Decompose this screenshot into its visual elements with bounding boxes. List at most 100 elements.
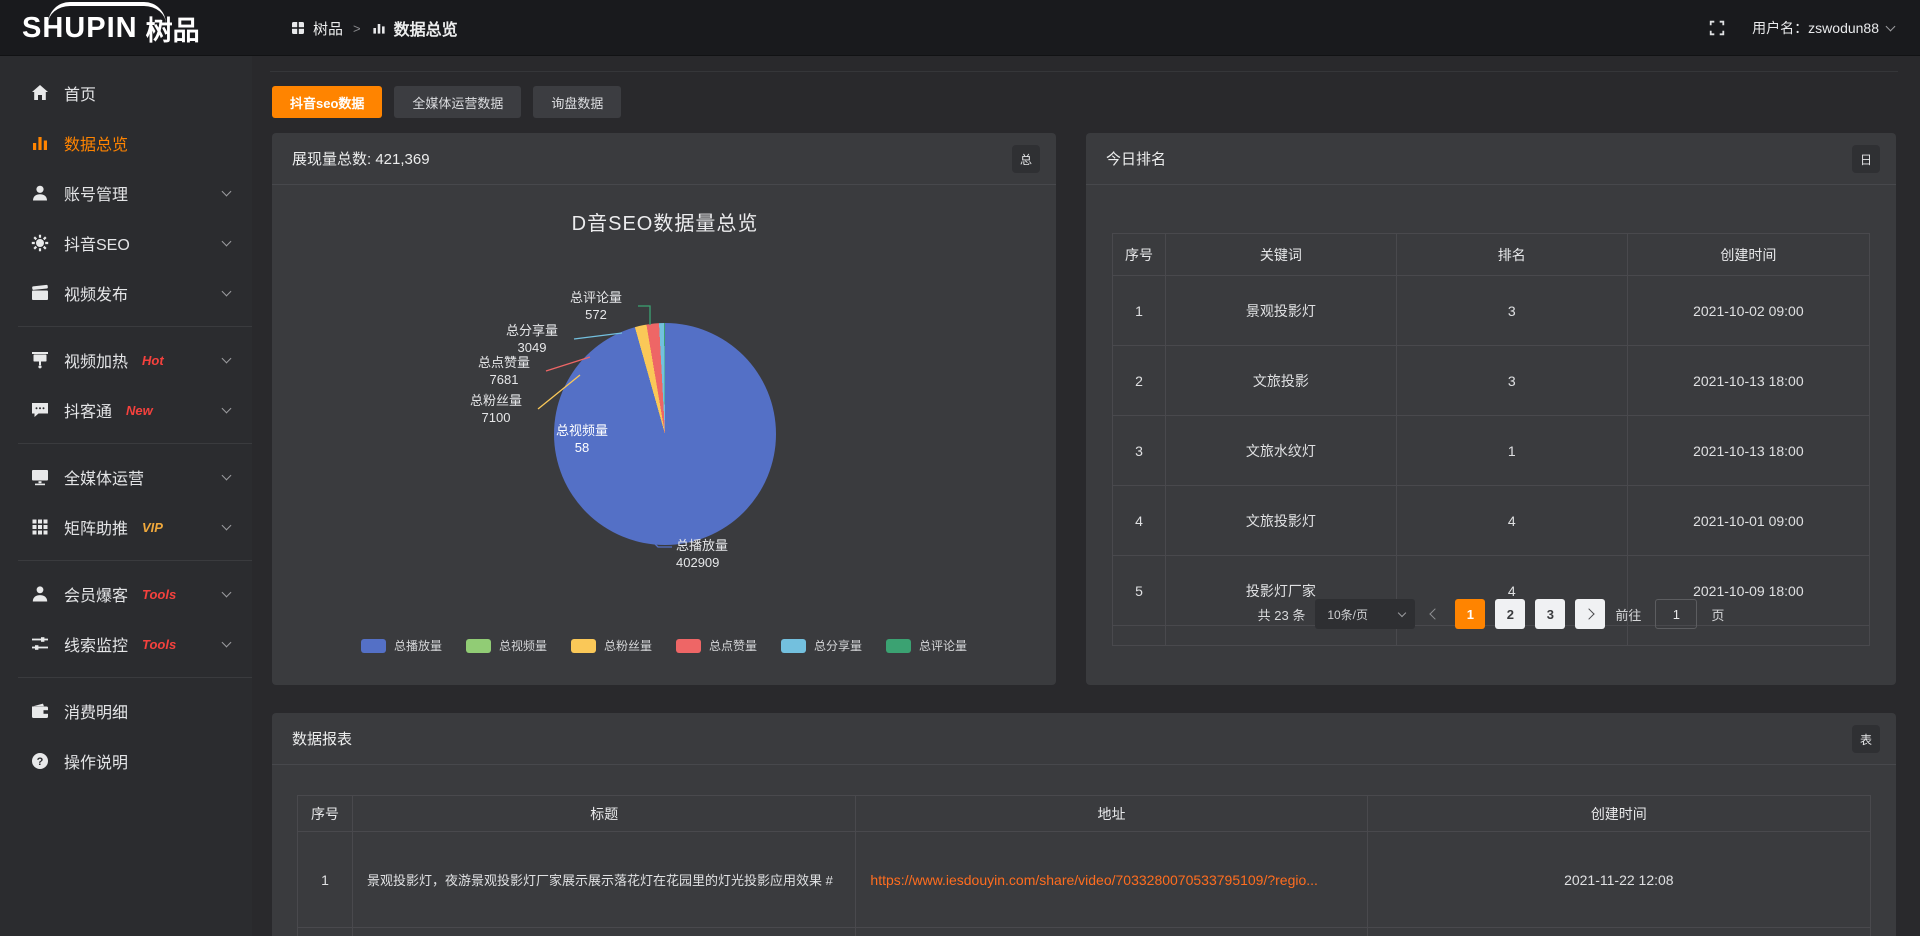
ranking-title: 今日排名 (1106, 148, 1166, 169)
pie-label-comments: 总评论量 572 (558, 289, 634, 323)
overview-panel-header: 展现量总数: 421,369 总 (272, 133, 1056, 185)
chevron-down-icon (222, 471, 232, 481)
sidebar-item-label: 视频加热 (64, 348, 128, 372)
chevron-right-icon (1584, 608, 1595, 619)
pie-label-name: 总点赞量 (466, 354, 542, 371)
pie-label-name: 总粉丝量 (458, 392, 534, 409)
legend-item-comments[interactable]: 总评论量 (886, 637, 967, 654)
legend-label: 总点赞量 (709, 637, 757, 654)
tab-media-operation-data[interactable]: 全媒体运营数据 (394, 86, 521, 118)
topbar-right: 用户名：zswodun88 (1708, 0, 1894, 56)
total-toggle-button[interactable]: 总 (1012, 145, 1040, 173)
page-button-3[interactable]: 3 (1535, 599, 1565, 629)
pie-label-fans: 总粉丝量 7100 (458, 392, 534, 426)
sidebar-item-douketong[interactable]: 抖客通 New (0, 385, 252, 435)
column-header: 标题 (353, 796, 856, 832)
legend-swatch (361, 639, 386, 653)
pie-label-likes: 总点赞量 7681 (466, 354, 542, 388)
user-icon (30, 183, 50, 203)
sidebar-item-label: 线索监控 (64, 632, 128, 656)
day-toggle-button[interactable]: 日 (1852, 145, 1880, 173)
pie-label-value: 7681 (466, 371, 542, 388)
cell-created: 2021-10-01 09:00 (1627, 486, 1869, 556)
table-toggle-button[interactable]: 表 (1852, 725, 1880, 753)
table-row[interactable]: 2 文旅投影 3 2021-10-13 18:00 (1113, 346, 1870, 416)
pie-label-videos: 总视频量 58 (544, 422, 620, 456)
chevron-down-icon (222, 638, 232, 648)
chevron-down-icon (222, 404, 232, 414)
overview-panel: 展现量总数: 421,369 总 D音SEO数据量总览 总评论量 572 总分享… (272, 133, 1056, 685)
legend-label: 总评论量 (919, 637, 967, 654)
tools-badge: Tools (142, 587, 176, 602)
vip-badge: VIP (142, 520, 163, 535)
next-page-button[interactable] (1575, 599, 1605, 629)
page-button-2[interactable]: 2 (1495, 599, 1525, 629)
legend-label: 总播放量 (394, 637, 442, 654)
chart-title: D音SEO数据量总览 (572, 207, 759, 236)
report-table: 序号 标题 地址 创建时间 1 景观投影灯，夜游景观投影灯厂家展示展示落花灯在花… (297, 795, 1871, 936)
page-size-value: 10条/页 (1327, 606, 1368, 623)
question-circle-icon: ? (30, 751, 50, 771)
cell-keyword: 文旅投影灯 (1165, 486, 1396, 556)
legend-swatch (676, 639, 701, 653)
fullscreen-icon[interactable] (1708, 19, 1726, 37)
sidebar-item-account[interactable]: 账号管理 (0, 168, 252, 218)
chevron-down-icon (222, 237, 232, 247)
sidebar-item-media-operation[interactable]: 全媒体运营 (0, 452, 252, 502)
cell-created: 2021-10-02 09:00 (1627, 276, 1869, 346)
legend-item-shares[interactable]: 总分享量 (781, 637, 862, 654)
chevron-down-icon (222, 187, 232, 197)
chevron-down-icon (222, 287, 232, 297)
sidebar-item-home[interactable]: 首页 (0, 68, 252, 118)
prev-page-button[interactable] (1430, 608, 1441, 619)
legend-item-plays[interactable]: 总播放量 (361, 637, 442, 654)
breadcrumb-separator: > (353, 21, 361, 36)
cell-rank: 4 (1396, 486, 1627, 556)
breadcrumb: 树品 > 数据总览 (290, 0, 458, 56)
tab-douyin-seo-data[interactable]: 抖音seo数据 (272, 86, 382, 118)
cell-video-link[interactable]: https://www.iesdouyin.com/share/video/70… (856, 832, 1367, 928)
table-row[interactable]: 1 景观投影灯 3 2021-10-02 09:00 (1113, 276, 1870, 346)
cell-index: 2 (1113, 346, 1166, 416)
cell-created: 2021-10-13 18:00 (1627, 346, 1869, 416)
sidebar-item-data-overview[interactable]: 数据总览 (0, 118, 252, 168)
goto-page-input[interactable] (1655, 599, 1697, 629)
chart-legend: 总播放量 总视频量 总粉丝量 总点赞量 总分享量 (272, 637, 1056, 654)
breadcrumb-root[interactable]: 树品 (313, 18, 343, 39)
svg-text:?: ? (37, 756, 44, 768)
sidebar-item-label: 抖音SEO (64, 231, 130, 255)
sidebar-item-expense-detail[interactable]: 消费明细 (0, 686, 252, 736)
sidebar-item-video-publish[interactable]: 视频发布 (0, 268, 252, 318)
user-menu[interactable]: 用户名：zswodun88 (1752, 18, 1894, 38)
sidebar-item-label: 视频发布 (64, 281, 128, 305)
sidebar-item-help[interactable]: ? 操作说明 (0, 736, 252, 786)
cell-index: 1 (298, 832, 353, 928)
report-panel-header: 数据报表 表 (272, 713, 1896, 765)
cell-index: 3 (1113, 416, 1166, 486)
legend-item-videos[interactable]: 总视频量 (466, 637, 547, 654)
logo-arc (48, 2, 166, 24)
table-row[interactable]: 4 文旅投影灯 4 2021-10-01 09:00 (1113, 486, 1870, 556)
sidebar-item-member-tools[interactable]: 会员爆客 Tools (0, 569, 252, 619)
table-row[interactable]: 3 文旅水纹灯 1 2021-10-13 18:00 (1113, 416, 1870, 486)
sidebar-item-matrix-boost[interactable]: 矩阵助推 VIP (0, 502, 252, 552)
sidebar-item-video-heat[interactable]: 视频加热 Hot (0, 335, 252, 385)
sidebar-item-douyin-seo[interactable]: 抖音SEO (0, 218, 252, 268)
sidebar-item-clue-monitor[interactable]: 线索监控 Tools (0, 619, 252, 669)
tab-inquiry-data[interactable]: 询盘数据 (533, 86, 621, 118)
chevron-down-icon (1886, 22, 1896, 32)
cell-created: 2021-10-13 18:00 (1627, 416, 1869, 486)
legend-item-likes[interactable]: 总点赞量 (676, 637, 757, 654)
sidebar-item-label: 操作说明 (64, 749, 128, 773)
legend-item-fans[interactable]: 总粉丝量 (571, 637, 652, 654)
cell-rank: 3 (1396, 276, 1627, 346)
page-button-1[interactable]: 1 (1455, 599, 1485, 629)
cell-title: 景观投影灯，夜游景观投影灯厂家展示展示落花灯在花园里的灯光投影应用效果 # (353, 832, 856, 928)
grid-square-icon (290, 20, 306, 36)
pie-label-plays: 总播放量 402909 (676, 537, 786, 571)
bar-chart-icon (371, 20, 387, 36)
pie-label-name: 总播放量 (676, 537, 786, 554)
table-row[interactable]: 1 景观投影灯，夜游景观投影灯厂家展示展示落花灯在花园里的灯光投影应用效果 # … (298, 832, 1871, 928)
ranking-panel: 今日排名 日 序号 关键词 排名 创建时间 1 景观投影灯 3 2021-10-… (1086, 133, 1896, 685)
page-size-select[interactable]: 10条/页 (1315, 599, 1415, 629)
